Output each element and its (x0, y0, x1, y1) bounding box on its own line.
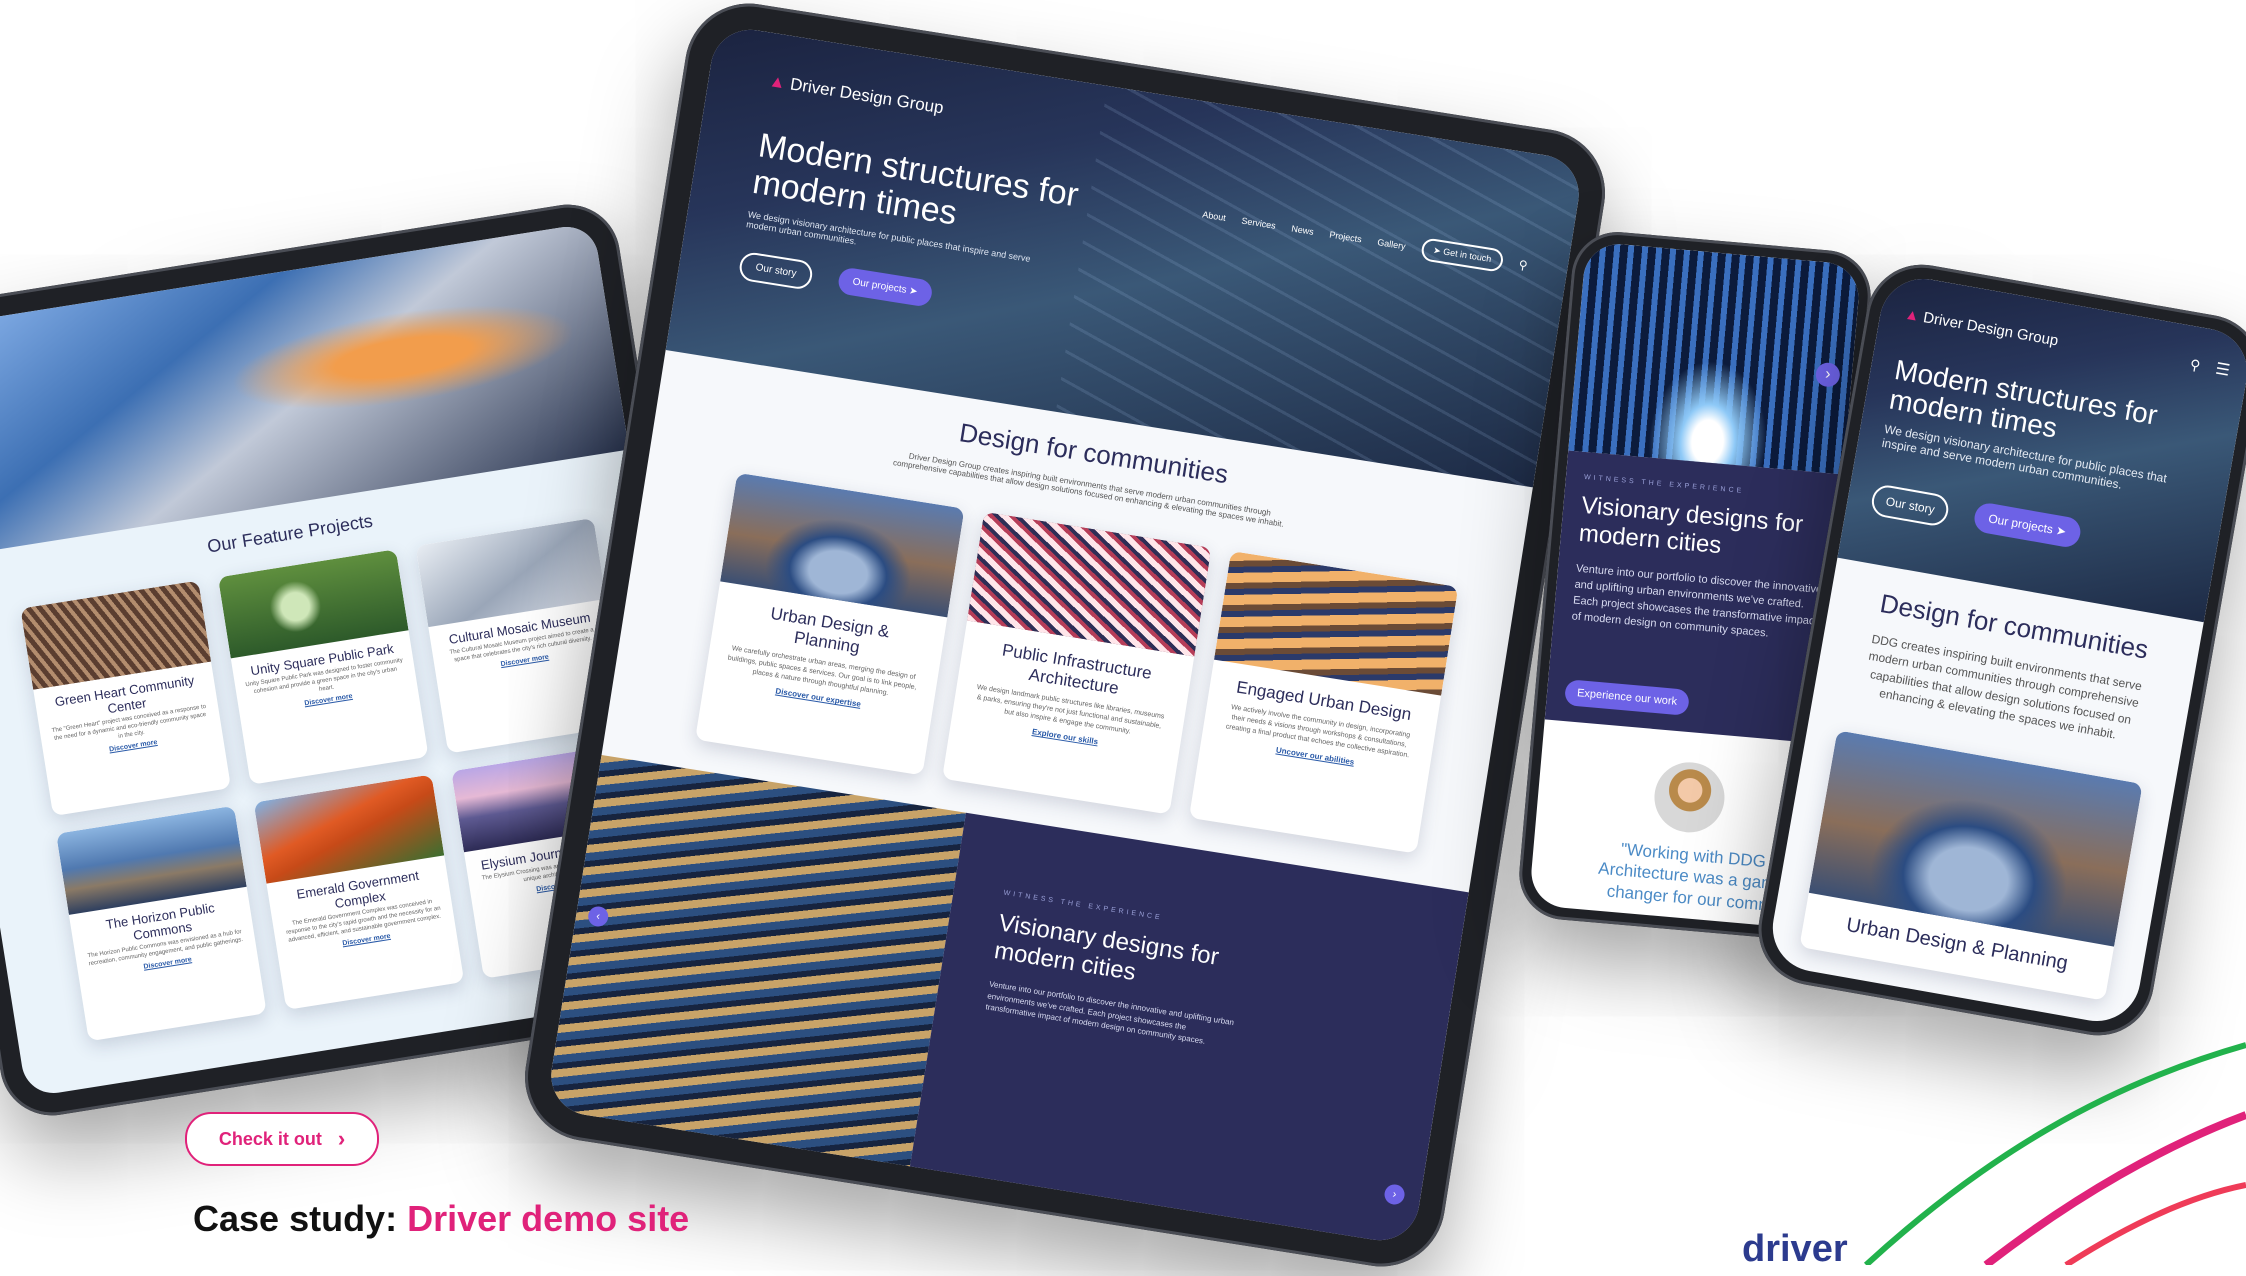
logo: ▲ Driver Design Group (1903, 306, 2059, 350)
send-icon: ➤ (1432, 244, 1442, 257)
service-card: Urban Design & Planning We carefully orc… (695, 472, 965, 776)
hero-section: ▲ Driver Design Group ⚲ ☰ Modern structu… (1837, 272, 2246, 623)
nav-news[interactable]: News (1291, 223, 1315, 236)
project-card: Unity Square Public Park Unity Square Pu… (217, 549, 429, 785)
logo-text: Driver Design Group (1921, 309, 2060, 350)
witness-title: Visionary designs for modern cities (1577, 491, 1805, 559)
witness-body: Venture into our portfolio to discover t… (1571, 562, 1823, 640)
carousel-next-icon[interactable]: › (1383, 1182, 1406, 1206)
project-card: Emerald Government Complex The Emerald G… (253, 774, 465, 1010)
project-card: Green Heart Community Center The "Green … (20, 580, 232, 817)
witness-panel: WITNESS THE EXPERIENCE Visionary designs… (909, 812, 1469, 1246)
menu-icon[interactable]: ☰ (2214, 359, 2232, 381)
logo-mark-icon: ▲ (767, 71, 788, 93)
witness-kicker: WITNESS THE EXPERIENCE (1583, 473, 1745, 495)
nav-about[interactable]: About (1202, 209, 1227, 223)
arrow-right-icon: ➤ (2054, 523, 2068, 539)
case-study-heading: Case study: Driver demo site (193, 1198, 689, 1240)
nav-services[interactable]: Services (1241, 215, 1277, 230)
curve-red (2064, 1182, 2246, 1265)
our-projects-button[interactable]: Our projects ➤ (1972, 501, 2083, 550)
our-projects-button[interactable]: Our projects ➤ (836, 266, 934, 308)
service-card: Engaged Urban Design We actively involve… (1188, 550, 1459, 854)
carousel-next-icon[interactable]: › (1814, 361, 1841, 388)
logo-mark-icon: ▲ (1903, 305, 1921, 326)
hero-image (0, 222, 629, 559)
check-it-out-button[interactable]: Check it out › (185, 1112, 379, 1166)
arrow-right-icon: ➤ (908, 285, 919, 298)
hero-lines (1055, 85, 1585, 488)
service-card: Public Infrastructure Architecture We de… (942, 511, 1212, 815)
experience-work-button[interactable]: Experience our work (1564, 679, 1691, 716)
get-in-touch-label: Get in touch (1442, 246, 1493, 264)
decorative-curves (1863, 1042, 2246, 1265)
curve-pink (1983, 1111, 2246, 1265)
nav-gallery[interactable]: Gallery (1377, 237, 1407, 251)
our-projects-label: Our projects (851, 276, 908, 296)
our-projects-label: Our projects (1987, 511, 2055, 537)
case-study-prefix: Case study: (193, 1198, 398, 1239)
service-card: Urban Design & Planning (1799, 730, 2143, 1001)
curve-green (1863, 1042, 2246, 1265)
our-story-button[interactable]: Our story (737, 250, 815, 291)
check-it-out-label: Check it out (218, 1128, 322, 1149)
nav-projects[interactable]: Projects (1329, 229, 1363, 244)
project-card: The Horizon Public Commons The Horizon P… (56, 805, 267, 1042)
carousel-prev-icon[interactable]: ‹ (586, 905, 610, 928)
center-tablet-screen: ▲ Driver Design Group About Services New… (545, 24, 1585, 1246)
chevron-right-icon: › (337, 1126, 346, 1151)
tunnel-image: › (1568, 241, 1862, 475)
search-icon[interactable]: ⚲ (2189, 356, 2202, 375)
avatar (1651, 759, 1728, 836)
our-story-button[interactable]: Our story (1869, 483, 1952, 528)
logo-text: Driver Design Group (788, 74, 945, 118)
case-study-highlight: Driver demo site (407, 1198, 690, 1239)
logo: ▲ Driver Design Group (767, 71, 945, 118)
witness-image: ‹ (545, 754, 966, 1169)
center-tablet: ▲ Driver Design Group About Services New… (515, 0, 1615, 1276)
